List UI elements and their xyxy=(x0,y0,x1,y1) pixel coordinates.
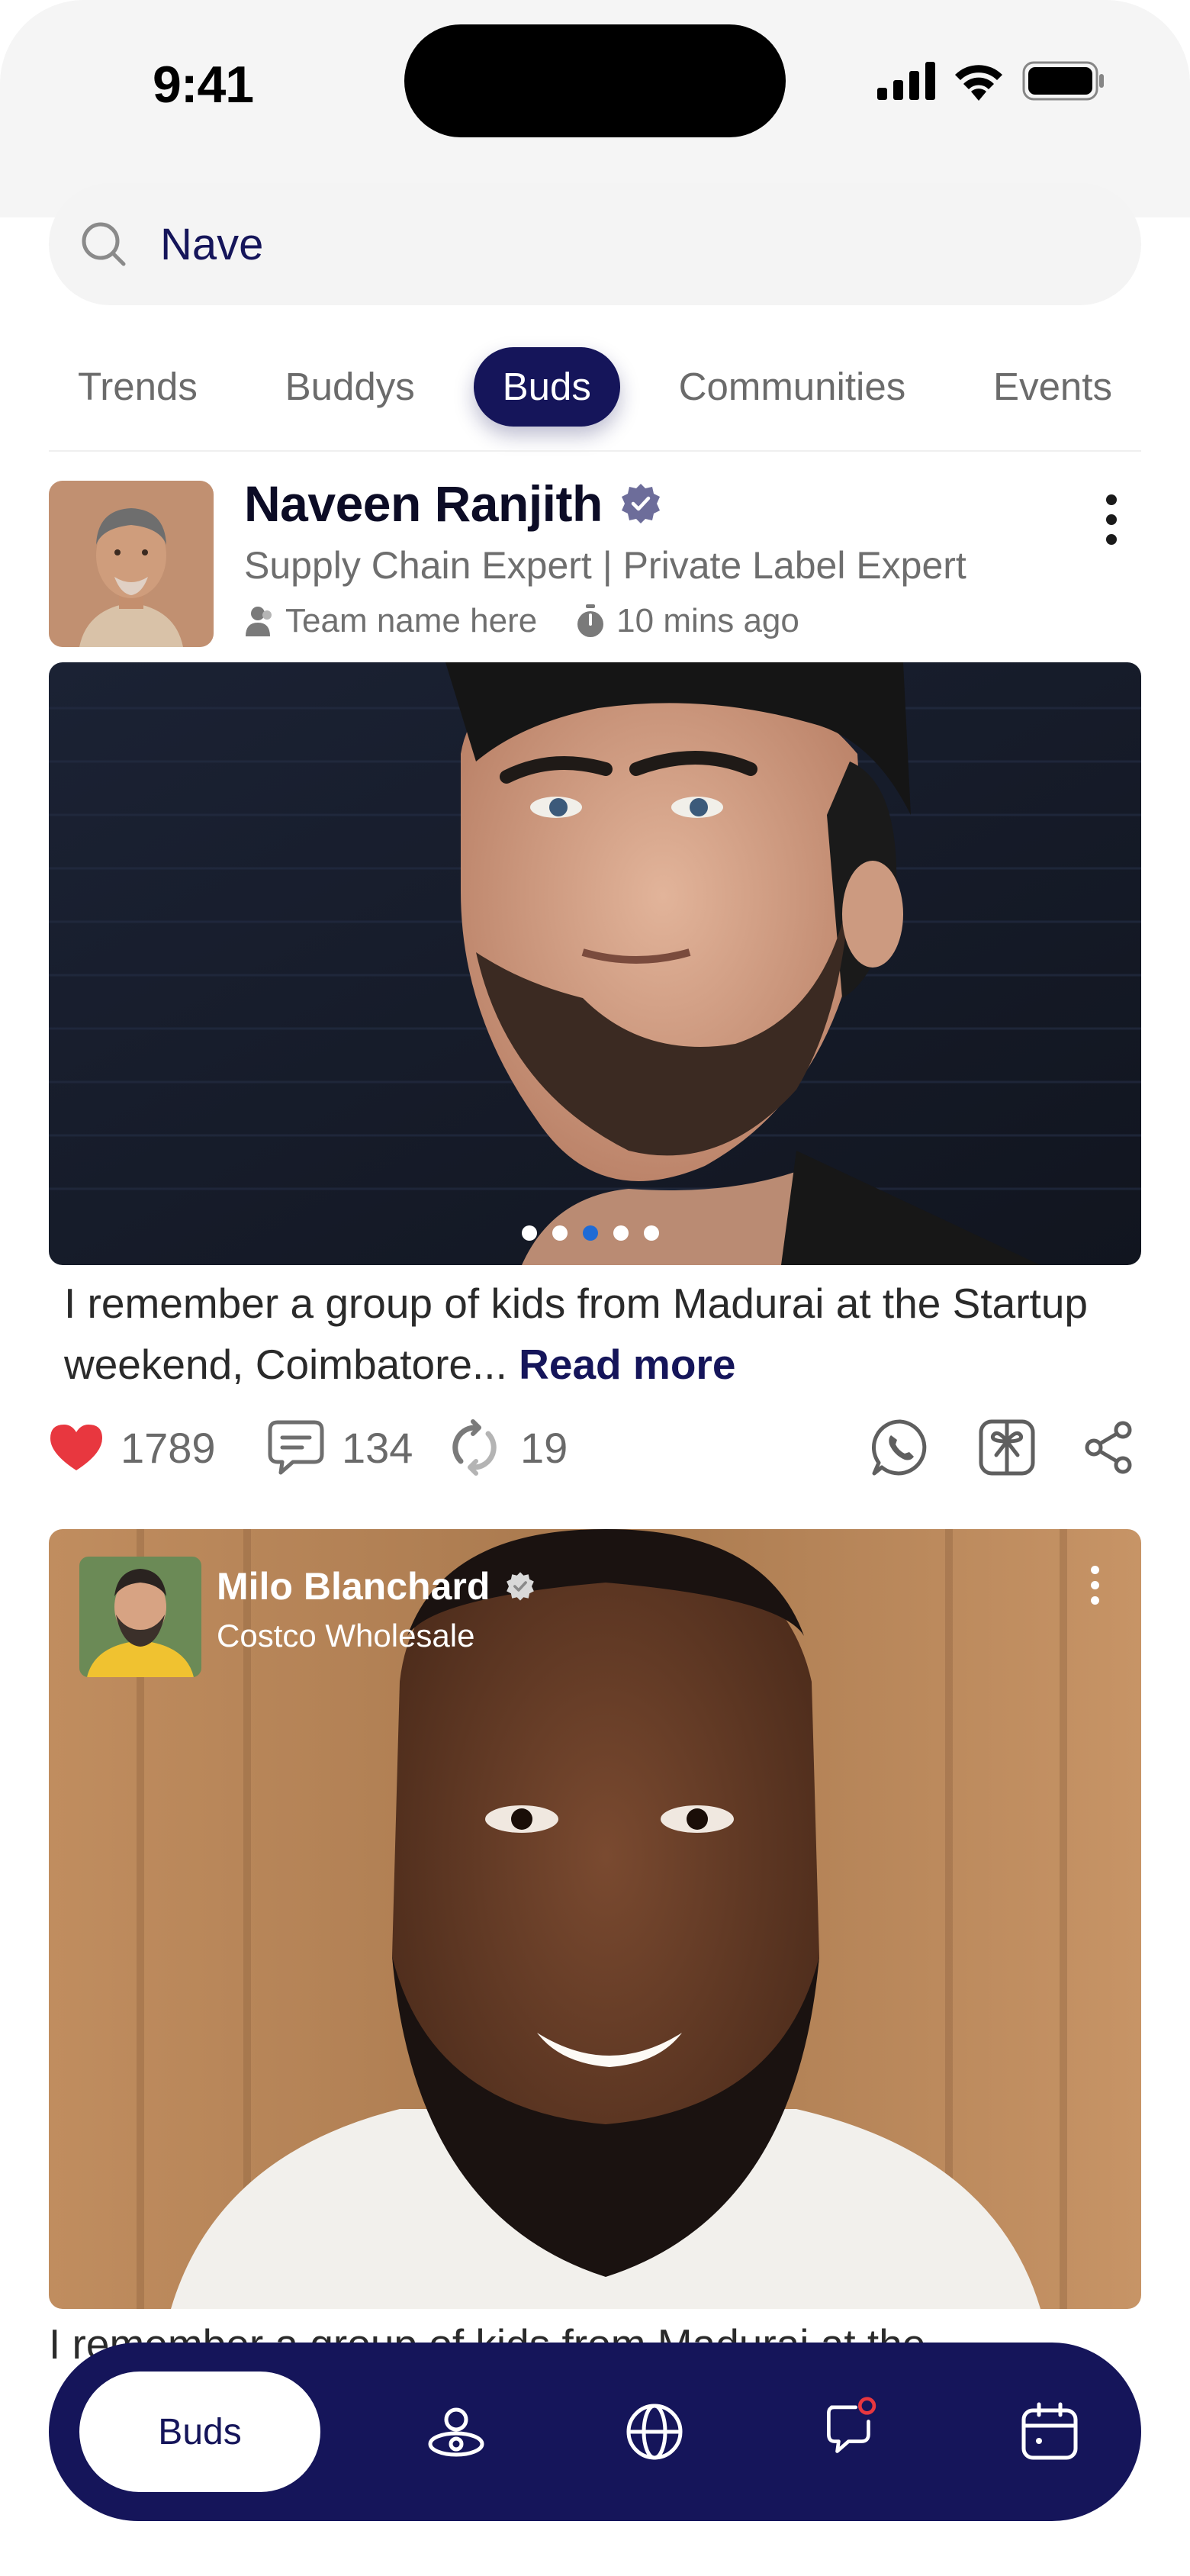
dynamic-island xyxy=(404,24,786,137)
share-icon xyxy=(1085,1421,1132,1474)
author-title: Supply Chain Expert | Private Label Expe… xyxy=(244,544,966,587)
calendar-icon[interactable] xyxy=(1019,2401,1080,2462)
buddys-icon[interactable] xyxy=(426,2401,487,2462)
timer-icon xyxy=(577,604,604,637)
more-options-icon[interactable] xyxy=(1100,494,1123,545)
share-button[interactable] xyxy=(1085,1413,1150,1482)
avatar[interactable] xyxy=(49,481,214,647)
post-time: 10 mins ago xyxy=(616,602,799,639)
author-name-row: Naveen Ranjith xyxy=(244,475,662,533)
post2-author-row: Milo Blanchard xyxy=(217,1564,536,1608)
post-actions: 1789 134 19 xyxy=(49,1413,1141,1482)
wifi-icon xyxy=(955,65,1002,101)
comment-icon xyxy=(268,1420,324,1475)
post2-avatar[interactable] xyxy=(79,1557,201,1677)
whatsapp-icon xyxy=(872,1419,927,1476)
carousel-dot[interactable] xyxy=(644,1225,659,1241)
like-count: 1789 xyxy=(121,1423,216,1472)
team-icon xyxy=(246,607,272,636)
tab-events[interactable]: Events xyxy=(964,347,1141,427)
carousel-dot[interactable] xyxy=(552,1225,568,1241)
read-more-link[interactable]: Read more xyxy=(519,1341,735,1388)
post2-company: Costco Wholesale xyxy=(217,1618,475,1653)
post-meta: Team name here 10 mins ago xyxy=(244,600,799,642)
carousel-dot[interactable] xyxy=(613,1225,629,1241)
signal-icon xyxy=(877,62,935,100)
more-options-icon[interactable] xyxy=(1083,1566,1106,1605)
repost-count: 19 xyxy=(520,1423,568,1472)
divider xyxy=(49,450,1141,452)
repost-button[interactable]: 19 xyxy=(445,1413,568,1482)
search-icon xyxy=(82,222,126,266)
status-icons xyxy=(877,60,1106,102)
globe-icon[interactable] xyxy=(624,2401,685,2462)
carousel-dot-active[interactable] xyxy=(583,1225,598,1241)
battery-icon xyxy=(1022,61,1104,101)
tabs: Trends Buddys Buds Communities Events xyxy=(49,346,1141,427)
verified-badge-icon xyxy=(621,484,660,523)
author-name[interactable]: Naveen Ranjith xyxy=(244,475,603,533)
carousel-dot[interactable] xyxy=(522,1225,537,1241)
bottom-nav: Buds xyxy=(49,2343,1141,2521)
like-button[interactable]: 1789 xyxy=(49,1413,216,1482)
search-input[interactable] xyxy=(160,218,1076,270)
repost-icon xyxy=(452,1419,497,1476)
heart-icon xyxy=(50,1425,102,1470)
post-image[interactable] xyxy=(49,662,1141,1265)
chat-icon[interactable] xyxy=(822,2396,883,2457)
post2-author-name[interactable]: Milo Blanchard xyxy=(217,1564,490,1608)
comment-button[interactable]: 134 xyxy=(267,1413,413,1482)
nav-buds-label: Buds xyxy=(158,2411,242,2452)
carousel-indicator[interactable] xyxy=(522,1225,659,1241)
team-name[interactable]: Team name here xyxy=(285,602,537,640)
tab-buddys[interactable]: Buddys xyxy=(256,347,444,427)
gift-button[interactable] xyxy=(978,1413,1053,1482)
gift-icon xyxy=(979,1419,1035,1476)
status-time: 9:41 xyxy=(153,56,254,114)
search-bar[interactable] xyxy=(49,183,1141,305)
post-text: I remember a group of kids from Madurai … xyxy=(64,1273,1132,1395)
comment-count: 134 xyxy=(342,1423,413,1472)
nav-buds[interactable]: Buds xyxy=(79,2372,320,2492)
whatsapp-button[interactable] xyxy=(871,1413,946,1482)
tab-trends[interactable]: Trends xyxy=(49,347,227,427)
tab-buds[interactable]: Buds xyxy=(473,347,620,427)
verified-badge-icon xyxy=(507,1572,535,1601)
tab-communities[interactable]: Communities xyxy=(650,347,935,427)
post2-image[interactable] xyxy=(49,1529,1141,2309)
